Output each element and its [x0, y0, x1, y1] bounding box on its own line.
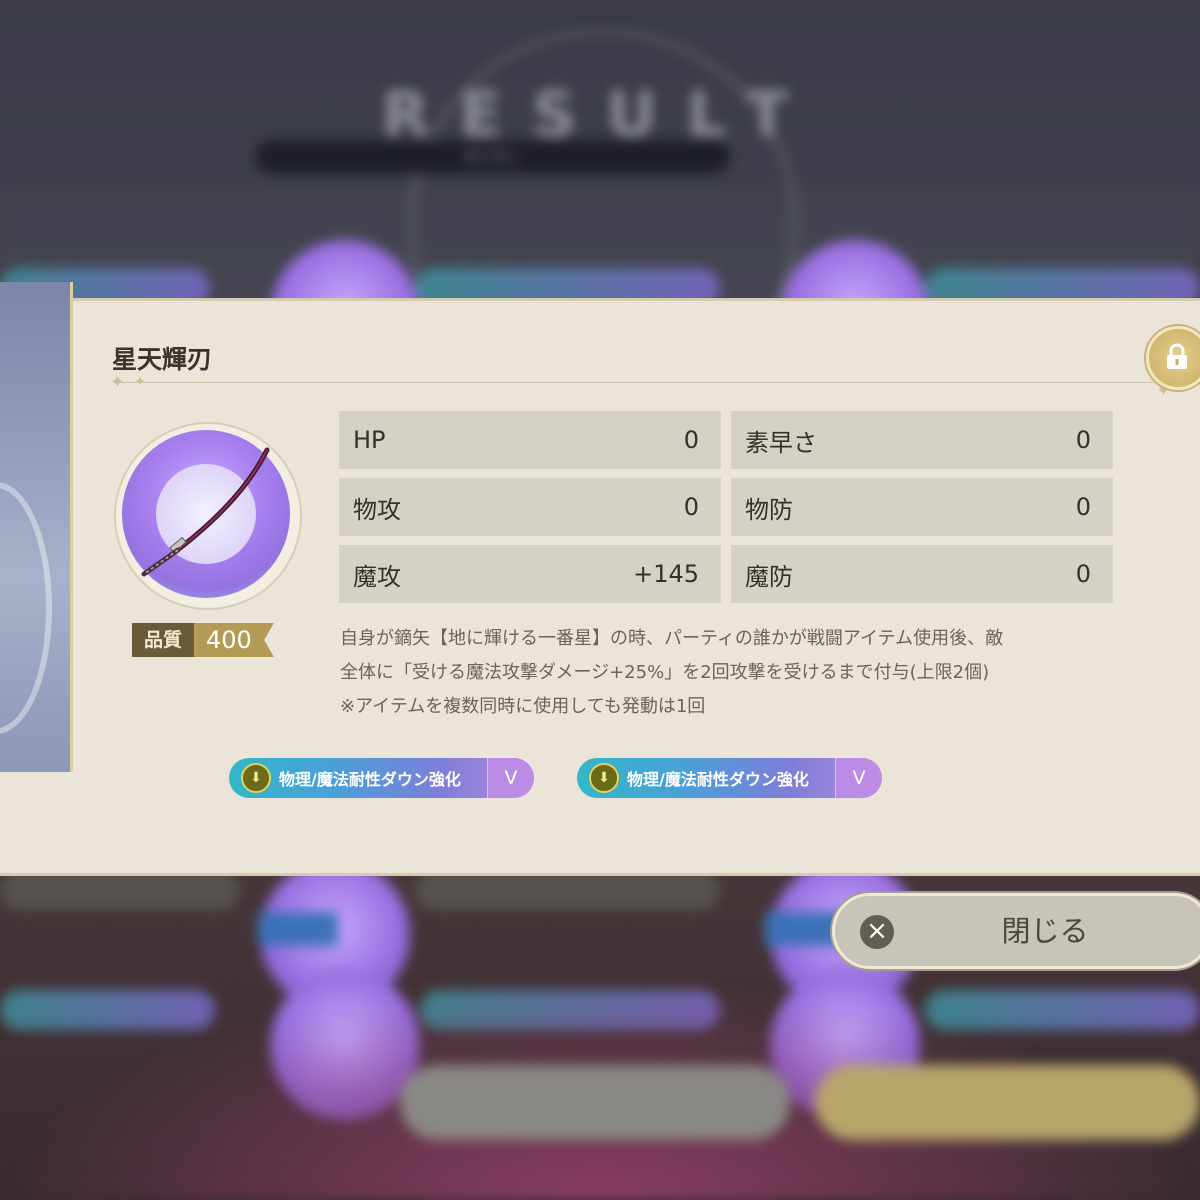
skill-level: V	[487, 758, 534, 798]
skill-label: 物理/魔法耐性ダウン強化	[279, 770, 461, 789]
background-retry-button	[815, 1065, 1200, 1140]
result-subtitle-ribbon: 取り出し	[255, 140, 730, 174]
stat-speed: 素早さ 0	[731, 411, 1113, 469]
stat-label: 魔攻	[353, 562, 401, 591]
description-line: 自身が鏑矢【地に輝ける一番星】の時、パーティの誰かが戦闘アイテム使用後、敵	[340, 628, 1004, 649]
quality-badge: 品質 400	[132, 623, 274, 657]
description-line: ※アイテムを複数同時に使用しても発動は1回	[340, 696, 706, 717]
skill-chip[interactable]: ⬇ 物理/魔法耐性ダウン強化 V	[577, 758, 882, 798]
skill-chip[interactable]: ⬇ 物理/魔法耐性ダウン強化 V	[229, 758, 534, 798]
background-badge	[258, 912, 338, 946]
close-icon: ×	[860, 915, 894, 949]
sparkle-icon: ✦	[134, 374, 146, 390]
stat-value: 0	[1075, 426, 1091, 454]
stat-magic-attack: 魔攻 +145	[339, 545, 721, 603]
background-chip	[0, 870, 240, 910]
close-button-label: 閉じる	[1001, 914, 1089, 948]
stat-label: 物攻	[353, 495, 401, 524]
stat-value: 0	[1075, 493, 1091, 521]
skill-level: V	[835, 758, 882, 798]
quality-value: 400	[194, 623, 274, 657]
title-divider	[118, 382, 1168, 383]
stat-label: 物防	[745, 495, 793, 524]
stat-value: 0	[683, 426, 699, 454]
skill-label: 物理/魔法耐性ダウン強化	[627, 770, 809, 789]
arrow-down-icon: ⬇	[589, 763, 619, 793]
quality-label: 品質	[132, 623, 195, 657]
close-button[interactable]: × 閉じる	[832, 893, 1200, 969]
stat-value: 0	[683, 493, 699, 521]
description-line: 全体に「受ける魔法攻撃ダメージ+25%」を2回攻撃を受けるまで付与(上限2個)	[340, 662, 990, 683]
stat-value: +145	[633, 560, 699, 588]
stat-label: HP	[353, 426, 386, 454]
stat-hp: HP 0	[339, 411, 721, 469]
arrow-down-icon: ⬇	[241, 763, 271, 793]
stat-physical-defense: 物防 0	[731, 478, 1113, 536]
item-name: 星天輝刃	[112, 345, 213, 374]
stat-physical-attack: 物攻 0	[339, 478, 721, 536]
stat-label: 素早さ	[745, 428, 817, 457]
stat-value: 0	[1075, 560, 1091, 588]
background-back-button	[400, 1065, 790, 1140]
character-card	[0, 282, 73, 772]
background-chip	[415, 870, 720, 910]
stat-magic-defense: 魔防 0	[731, 545, 1113, 603]
sword-icon	[141, 447, 270, 577]
sparkle-icon: ✦	[110, 372, 126, 393]
lock-icon	[1167, 343, 1187, 369]
result-subtitle: 取り出し	[464, 149, 521, 165]
stat-label: 魔防	[745, 562, 793, 591]
item-description: 自身が鏑矢【地に輝ける一番星】の時、パーティの誰かが戦闘アイテム使用後、敵 全体…	[340, 622, 1140, 724]
